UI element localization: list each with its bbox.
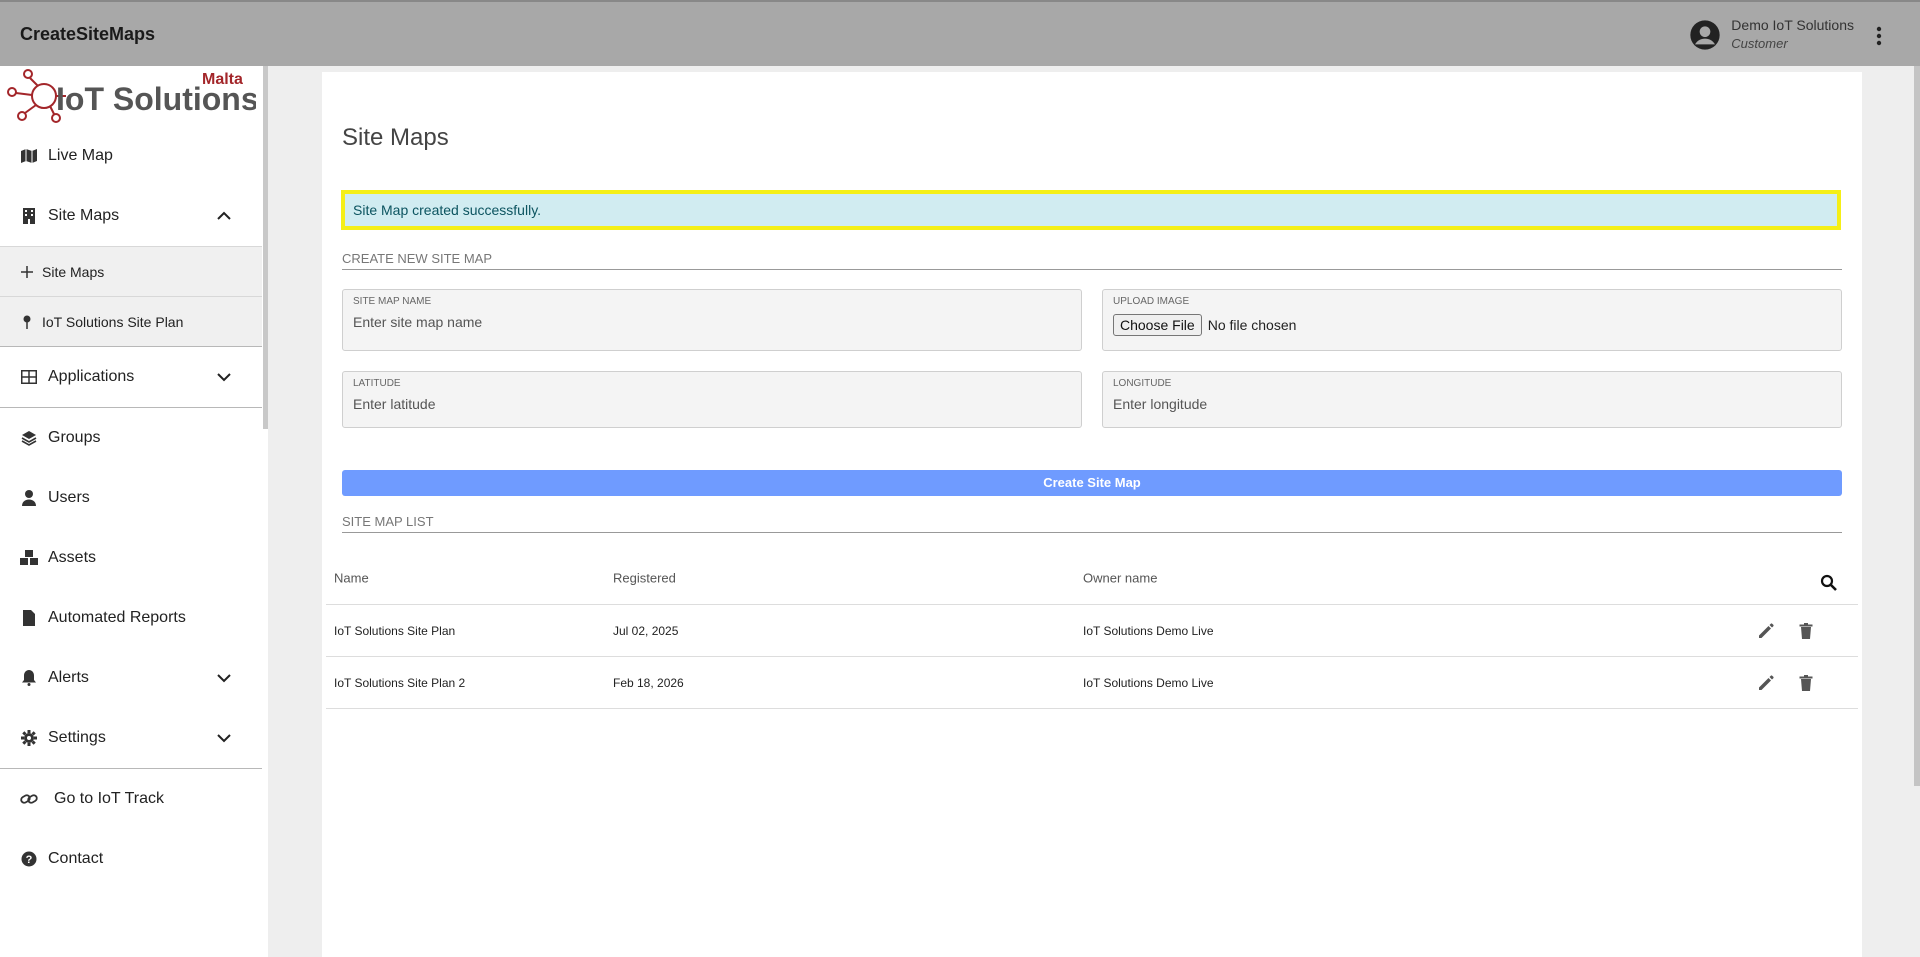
page-scrollbar[interactable] <box>1914 66 1920 786</box>
file-status: No file chosen <box>1207 317 1297 333</box>
sidebar-item-site-maps[interactable]: Site Maps <box>0 186 262 246</box>
sidebar-item-label: Site Maps <box>48 207 120 224</box>
edit-icon[interactable] <box>1756 621 1776 641</box>
sidebar-item-users[interactable]: Users <box>0 468 262 528</box>
longitude-input[interactable] <box>1113 396 1813 412</box>
list-section-title: SITE MAP LIST <box>342 514 1842 533</box>
sidebar-item-label: Applications <box>48 368 135 385</box>
layers-icon <box>20 429 38 447</box>
sidebar-item-assets[interactable]: Assets <box>0 528 262 588</box>
sidebar-item-automated-reports[interactable]: Automated Reports <box>0 588 262 648</box>
sidebar-item-label: Go to IoT Track <box>54 790 164 807</box>
site-map-table: Name Registered Owner name IoT Solutions… <box>326 552 1858 709</box>
cell-owner: IoT Solutions Demo Live <box>1083 623 1214 638</box>
link-icon <box>20 790 38 808</box>
chevron-down-icon[interactable] <box>216 670 232 686</box>
edit-icon[interactable] <box>1756 673 1776 693</box>
cell-name: IoT Solutions Site Plan 2 <box>334 675 466 690</box>
gear-icon <box>20 729 38 747</box>
sidebar-item-label: Assets <box>48 549 97 566</box>
site-map-name-input[interactable] <box>353 314 1053 330</box>
sidebar-subitem-iot-solutions-site-plan[interactable]: IoT Solutions Site Plan <box>0 296 262 346</box>
choose-file-button[interactable]: Choose File <box>1113 314 1202 336</box>
success-alert: Site Map created successfully. <box>341 190 1841 230</box>
upload-image-field: UPLOAD IMAGE Choose File No file chosen <box>1102 289 1842 351</box>
building-icon <box>20 207 38 225</box>
cell-owner: IoT Solutions Demo Live <box>1083 675 1214 690</box>
sidebar-item-groups[interactable]: Groups <box>0 408 262 468</box>
sidebar-item-live-map[interactable]: Live Map <box>0 126 262 186</box>
create-site-map-button[interactable]: Create Site Map <box>342 470 1842 496</box>
more-vert-icon[interactable] <box>1874 25 1884 47</box>
user-name: Demo IoT Solutions <box>1731 17 1854 33</box>
pin-icon <box>20 315 34 329</box>
site-map-name-field[interactable]: SITE MAP NAME <box>342 289 1082 351</box>
sidebar-scrollbar[interactable] <box>263 66 268 429</box>
field-label: LONGITUDE <box>1113 378 1172 389</box>
svg-text:?: ? <box>26 854 33 866</box>
delete-icon[interactable] <box>1796 621 1816 641</box>
map-icon <box>20 147 38 165</box>
page-title: Site Maps <box>342 124 449 151</box>
cubes-icon <box>20 549 38 567</box>
app-title: CreateSiteMaps <box>20 24 156 44</box>
sidebar-item-go-to-iot-track[interactable]: Go to IoT Track <box>0 769 262 829</box>
sidebar-item-label: Contact <box>48 850 104 867</box>
column-header-owner[interactable]: Owner name <box>1083 571 1157 586</box>
main-content: Site Maps Site Map created successfully.… <box>322 72 1862 957</box>
bell-icon <box>20 669 38 687</box>
user-menu[interactable]: Demo IoT Solutions Customer <box>1689 16 1854 53</box>
grid-icon <box>20 368 38 386</box>
sidebar-subitem-site-maps[interactable]: Site Maps <box>0 246 262 296</box>
sidebar-item-label: Automated Reports <box>48 609 186 626</box>
account-circle-icon <box>1690 19 1720 50</box>
cell-registered: Jul 02, 2025 <box>613 623 679 638</box>
sidebar-item-applications[interactable]: Applications <box>0 347 262 407</box>
latitude-input[interactable] <box>353 396 1053 412</box>
chevron-down-icon[interactable] <box>216 369 232 385</box>
iot-solutions-logo: IoT Solutions Malta <box>7 69 256 123</box>
svg-text:Malta: Malta <box>202 71 243 88</box>
field-label: SITE MAP NAME <box>353 296 432 307</box>
delete-icon[interactable] <box>1796 673 1816 693</box>
plus-icon <box>20 265 34 279</box>
sidebar-item-contact[interactable]: ? Contact <box>0 829 262 889</box>
chevron-up-icon[interactable] <box>216 208 232 224</box>
user-role: Customer <box>1731 36 1788 51</box>
longitude-field[interactable]: LONGITUDE <box>1102 371 1842 428</box>
sidebar-item-label: Groups <box>48 429 101 446</box>
top-app-bar: CreateSiteMaps Demo IoT Solutions Custom… <box>0 0 1920 66</box>
table-row[interactable]: IoT Solutions Site Plan Jul 02, 2025 IoT… <box>326 605 1858 657</box>
table-row[interactable]: IoT Solutions Site Plan 2 Feb 18, 2026 I… <box>326 657 1858 709</box>
sidebar-item-alerts[interactable]: Alerts <box>0 648 262 708</box>
field-label: UPLOAD IMAGE <box>1113 296 1190 307</box>
sidebar-item-settings[interactable]: Settings <box>0 708 262 768</box>
sidebar-nav: Live Map Site Maps Site Maps IoT Solutio… <box>0 126 262 889</box>
sidebar: IoT Solutions Malta Live Map Site Maps S… <box>0 66 268 957</box>
sidebar-subitem-label: Site Maps <box>42 263 105 280</box>
latitude-field[interactable]: LATITUDE <box>342 371 1082 428</box>
sidebar-item-label: Alerts <box>48 669 89 686</box>
cell-registered: Feb 18, 2026 <box>613 675 684 690</box>
user-icon <box>20 489 38 507</box>
chevron-down-icon[interactable] <box>216 730 232 746</box>
column-header-registered[interactable]: Registered <box>613 571 676 586</box>
create-section-title: CREATE NEW SITE MAP <box>342 251 1842 270</box>
file-icon <box>20 609 38 627</box>
column-header-name[interactable]: Name <box>334 571 369 586</box>
table-header: Name Registered Owner name <box>326 552 1858 605</box>
sidebar-subitem-label: IoT Solutions Site Plan <box>42 313 184 330</box>
sidebar-item-label: Live Map <box>48 147 113 164</box>
field-label: LATITUDE <box>353 378 401 389</box>
question-icon: ? <box>20 850 38 868</box>
search-icon[interactable] <box>1820 574 1838 592</box>
cell-name: IoT Solutions Site Plan <box>334 623 456 638</box>
sidebar-item-label: Settings <box>48 729 106 746</box>
file-input[interactable]: Choose File No file chosen <box>1113 314 1296 336</box>
sidebar-item-label: Users <box>48 489 90 506</box>
